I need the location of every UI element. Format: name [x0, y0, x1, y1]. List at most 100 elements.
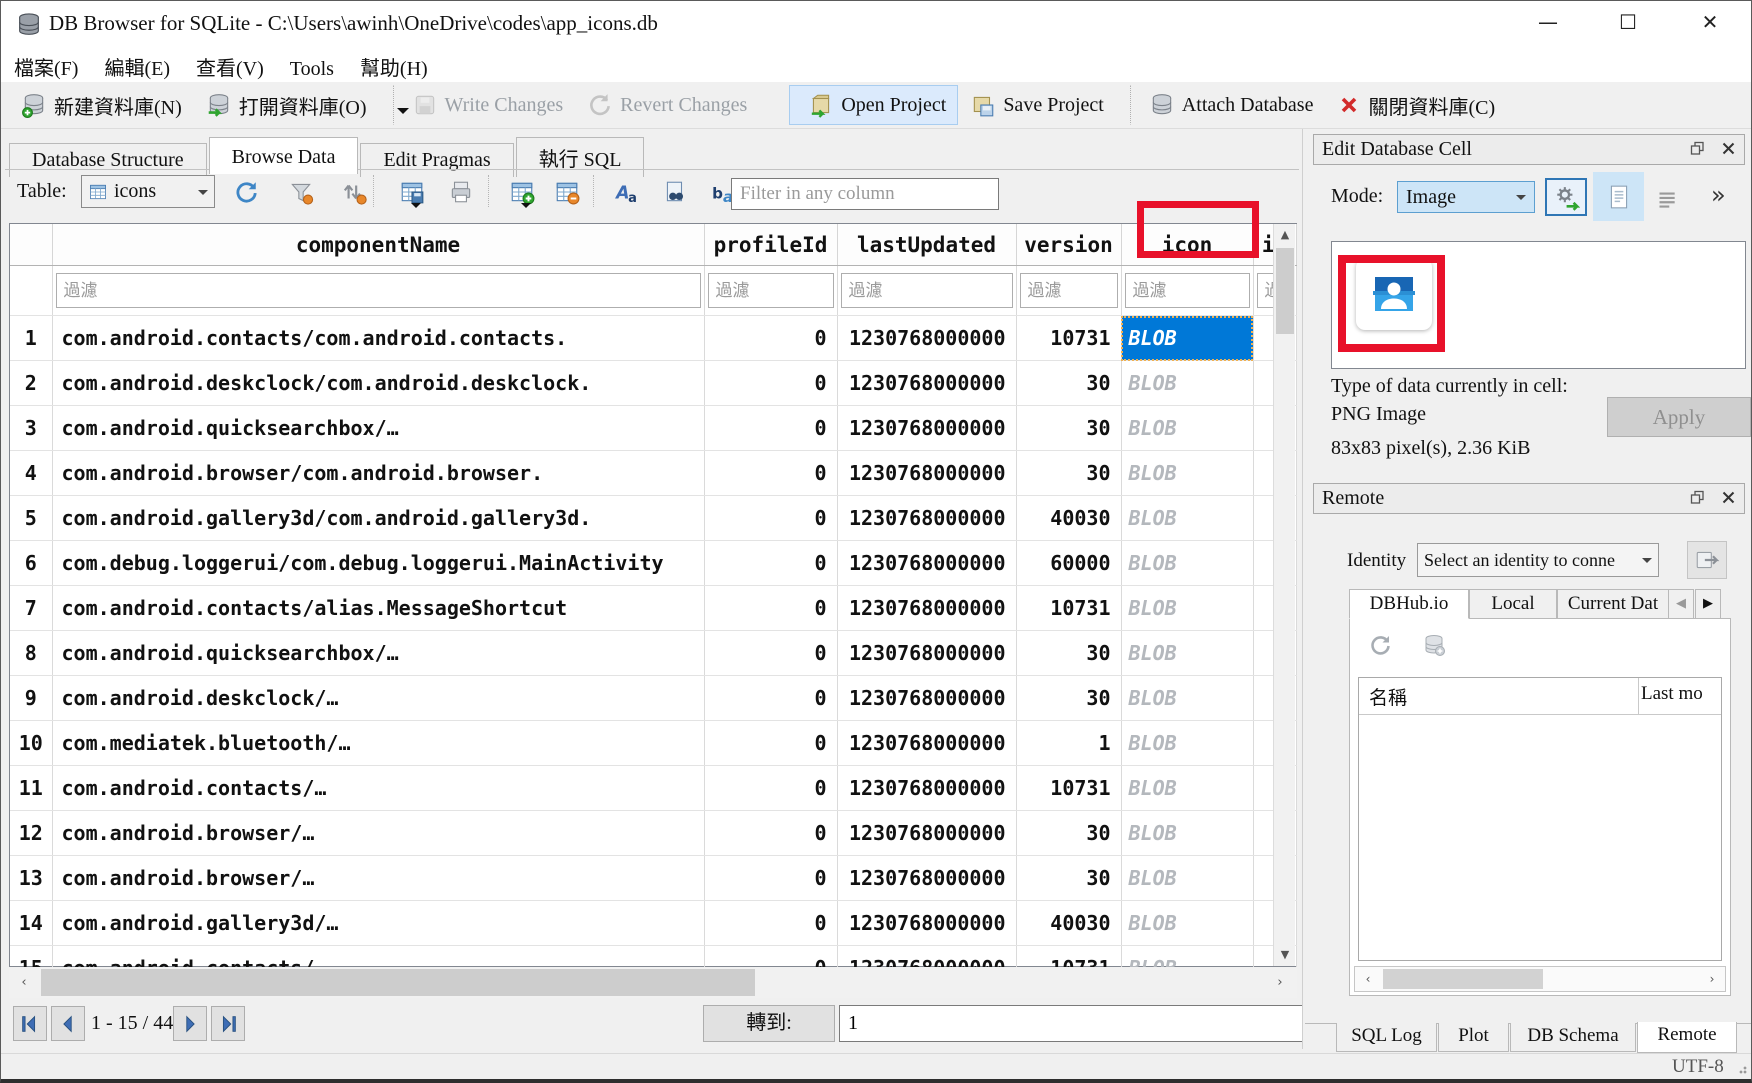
cell-lastUpdated[interactable]: 1230768000000	[837, 676, 1016, 721]
scrollbar-thumb[interactable]	[1383, 969, 1543, 989]
cell-profileId[interactable]: 0	[704, 901, 837, 946]
previous-record-button[interactable]	[51, 1006, 85, 1041]
maximize-button[interactable]: ☐	[1603, 1, 1653, 43]
filter-button[interactable]	[286, 177, 316, 207]
row-number[interactable]: 10	[10, 721, 52, 766]
import-export-button[interactable]	[1545, 178, 1587, 216]
menu-item[interactable]: Tools	[277, 55, 347, 84]
row-number[interactable]: 7	[10, 586, 52, 631]
remote-column-last-modified[interactable]: Last mo	[1641, 683, 1719, 705]
cell-profileId[interactable]: 0	[704, 856, 837, 901]
cell-componentName[interactable]: com.android.browser/com.android.browser.	[52, 451, 704, 496]
goto-record-input[interactable]	[839, 1005, 1303, 1042]
close-button[interactable]: ✕	[1685, 1, 1735, 43]
cell-version[interactable]: 1	[1016, 721, 1121, 766]
cell-lastUpdated[interactable]: 1230768000000	[837, 721, 1016, 766]
find-button[interactable]	[660, 177, 690, 207]
cell-profileId[interactable]: 0	[704, 316, 837, 361]
remote-horizontal-scrollbar[interactable]: ‹ ›	[1354, 966, 1726, 992]
row-number[interactable]: 11	[10, 766, 52, 811]
cell-componentName[interactable]: com.android.gallery3d/com.android.galler…	[52, 496, 704, 541]
text-mode-button[interactable]	[1593, 172, 1644, 221]
dock-tab-plot[interactable]: Plot	[1438, 1023, 1509, 1052]
grid-vertical-scrollbar[interactable]: ▲ ▼	[1273, 224, 1295, 966]
cell-lastUpdated[interactable]: 1230768000000	[837, 586, 1016, 631]
cell-componentName[interactable]: com.android.quicksearchbox/…	[52, 631, 704, 676]
cell-icon-blob[interactable]: BLOB	[1121, 811, 1253, 856]
last-record-button[interactable]	[211, 1006, 245, 1041]
cell-profileId[interactable]: 0	[704, 766, 837, 811]
float-panel-icon[interactable]	[1690, 490, 1705, 505]
remote-column-name[interactable]: 名稱	[1369, 683, 1407, 710]
cell-lastUpdated[interactable]: 1230768000000	[837, 406, 1016, 451]
first-record-button[interactable]	[13, 1006, 47, 1041]
cell-componentName[interactable]: com.android.deskclock/…	[52, 676, 704, 721]
cell-lastUpdated[interactable]: 1230768000000	[837, 451, 1016, 496]
minimize-button[interactable]: —	[1523, 1, 1573, 43]
expand-toolbar-icon[interactable]: »	[1711, 181, 1726, 209]
next-record-button[interactable]	[173, 1006, 207, 1041]
column-header-icon[interactable]: icon	[1121, 224, 1253, 266]
cell-version[interactable]: 30	[1016, 406, 1121, 451]
grid-horizontal-scrollbar[interactable]: ‹ ›	[9, 967, 1297, 998]
dock-divider[interactable]	[1302, 129, 1303, 1049]
row-number[interactable]: 6	[10, 541, 52, 586]
apply-button[interactable]: Apply	[1607, 397, 1751, 437]
dock-tab-db-schema[interactable]: DB Schema	[1510, 1023, 1636, 1052]
cell-profileId[interactable]: 0	[704, 451, 837, 496]
row-number[interactable]: 12	[10, 811, 52, 856]
menu-item[interactable]: 編輯(E)	[91, 49, 183, 84]
scroll-left-icon[interactable]: ‹	[1355, 967, 1381, 991]
main-tab[interactable]: Edit Pragmas	[360, 143, 513, 177]
toolbar-button[interactable]: Save Project	[958, 85, 1116, 125]
cell-icon-blob[interactable]: BLOB	[1121, 451, 1253, 496]
toolbar-button[interactable]: 關閉資料庫(C)	[1325, 84, 1507, 127]
cell-icon-blob[interactable]: BLOB	[1121, 361, 1253, 406]
column-header-version[interactable]: version	[1016, 224, 1121, 266]
cell-version[interactable]: 10731	[1016, 316, 1121, 361]
row-number[interactable]: 8	[10, 631, 52, 676]
cell-componentName[interactable]: com.android.contacts/…	[52, 766, 704, 811]
scrollbar-thumb[interactable]	[41, 969, 755, 996]
cell-icon-blob[interactable]: BLOB	[1121, 406, 1253, 451]
cell-componentName[interactable]: com.debug.loggerui/com.debug.loggerui.Ma…	[52, 541, 704, 586]
row-number[interactable]: 9	[10, 676, 52, 721]
cell-lastUpdated[interactable]: 1230768000000	[837, 316, 1016, 361]
column-header-componentName[interactable]: componentName	[52, 224, 704, 266]
row-number[interactable]: 13	[10, 856, 52, 901]
tab-scroll-left-icon[interactable]: ◀	[1668, 589, 1694, 619]
cell-version[interactable]: 30	[1016, 451, 1121, 496]
toolbar-button[interactable]: Attach Database	[1130, 85, 1326, 125]
refresh-button[interactable]	[231, 177, 261, 207]
cell-version[interactable]: 30	[1016, 361, 1121, 406]
cell-componentName[interactable]: com.android.contacts/com.android.contact…	[52, 316, 704, 361]
cell-profileId[interactable]: 0	[704, 496, 837, 541]
cell-lastUpdated[interactable]: 1230768000000	[837, 541, 1016, 586]
cell-componentName[interactable]: com.android.quicksearchbox/…	[52, 406, 704, 451]
cell-icon-blob[interactable]: BLOB	[1121, 541, 1253, 586]
cell-lastUpdated[interactable]: 1230768000000	[837, 631, 1016, 676]
menu-item[interactable]: 幫助(H)	[347, 49, 441, 84]
scroll-down-icon[interactable]: ▼	[1274, 944, 1296, 966]
mode-combobox[interactable]: Image	[1397, 181, 1535, 213]
cell-componentName[interactable]: com.android.gallery3d/…	[52, 901, 704, 946]
cell-lastUpdated[interactable]: 1230768000000	[837, 901, 1016, 946]
scroll-left-icon[interactable]: ‹	[9, 967, 39, 998]
resize-grip[interactable]	[1739, 1064, 1749, 1074]
scroll-up-icon[interactable]: ▲	[1274, 224, 1296, 246]
save-results-dropdown-icon[interactable]	[411, 203, 421, 213]
identity-export-button[interactable]	[1687, 541, 1727, 579]
cell-profileId[interactable]: 0	[704, 586, 837, 631]
remote-tab-local[interactable]: Local	[1469, 589, 1557, 619]
column-divider[interactable]	[1638, 678, 1639, 714]
remote-tab-dbhub[interactable]: DBHub.io	[1349, 589, 1469, 619]
tab-scroll-right-icon[interactable]: ▶	[1695, 589, 1721, 619]
filter-input-version[interactable]	[1020, 273, 1118, 308]
cell-version[interactable]: 60000	[1016, 541, 1121, 586]
cell-icon-blob[interactable]: BLOB	[1121, 856, 1253, 901]
cell-version[interactable]: 10731	[1016, 766, 1121, 811]
filter-input-lastUpdated[interactable]	[841, 273, 1013, 308]
table-combobox[interactable]: icons	[81, 175, 215, 208]
main-tab[interactable]: Browse Data	[209, 137, 359, 174]
float-panel-icon[interactable]	[1690, 141, 1705, 156]
